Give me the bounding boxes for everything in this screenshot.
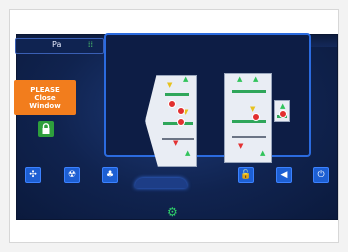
sound-button[interactable]: ◀ [276, 167, 292, 183]
pressure-unit: Pa [52, 40, 62, 49]
airflow-up-arrow: ▲ [253, 75, 259, 83]
airflow-up-arrow: ▲ [280, 102, 286, 110]
stop-icon [252, 113, 260, 121]
light-icon: ♣ [105, 170, 115, 180]
settings-button[interactable]: ⚙ [167, 205, 178, 219]
airflow-down-arrow: ▼ [167, 81, 173, 89]
alert-line-1: PLEASE [30, 85, 60, 94]
stop-icon [177, 118, 185, 126]
airflow-down-arrow: ▼ [238, 142, 244, 150]
stop-icon [168, 100, 176, 108]
pressure-indicator: ⁞⁞ [87, 40, 93, 49]
pressure-display: Pa ⁞⁞ [15, 38, 104, 54]
airflow-down-arrow: ▼ [250, 105, 256, 113]
shelf [232, 136, 266, 138]
unlock-icon: 🔓 [240, 170, 252, 180]
airflow-down-arrow: ▼ [173, 139, 179, 147]
power-button[interactable]: ⏻ [313, 167, 329, 183]
bottom-tab [135, 178, 187, 188]
shelf [232, 120, 266, 123]
sound-icon: ◀ [280, 170, 288, 180]
lock-button[interactable] [38, 121, 54, 137]
airflow-up-arrow: ▲ [260, 149, 266, 157]
airflow-panel [104, 33, 311, 157]
fan-icon: ✣ [29, 170, 37, 180]
airflow-up-arrow: ▲ [237, 75, 243, 83]
gear-icon: ⚙ [167, 205, 178, 219]
shelf [165, 93, 189, 96]
stop-icon [177, 107, 185, 115]
alert-line-3: Window [29, 101, 61, 110]
shelf [232, 90, 266, 93]
airflow-up-arrow: ▲ [183, 75, 189, 83]
uv-button[interactable]: ☢ [64, 167, 80, 183]
lock-icon [42, 123, 50, 134]
power-icon: ⏻ [317, 170, 325, 180]
light-button[interactable]: ♣ [102, 167, 118, 183]
uv-icon: ☢ [67, 170, 77, 180]
airflow-up-arrow: ▲ [185, 149, 191, 157]
stop-icon [279, 110, 287, 118]
close-window-alert: PLEASE Close Window [14, 80, 76, 115]
unlock-button[interactable]: 🔓 [238, 167, 254, 183]
alert-line-2: Close [34, 93, 56, 102]
fan-button[interactable]: ✣ [25, 167, 41, 183]
